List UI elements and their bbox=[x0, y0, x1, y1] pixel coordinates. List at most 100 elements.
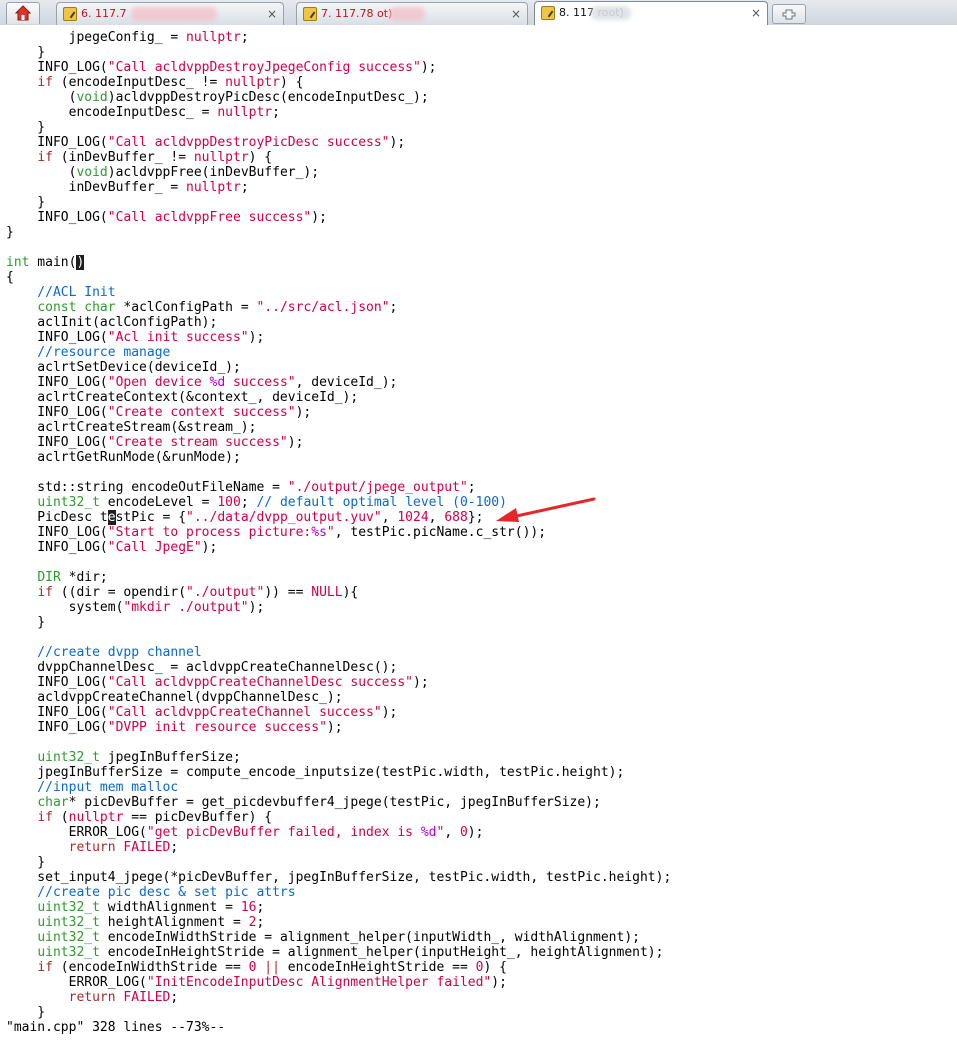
code-token: *dir; bbox=[60, 570, 108, 585]
code-line: (void)acldvppDestroyPicDesc(encodeInputD… bbox=[6, 90, 429, 105]
code-line: INFO_LOG("Call JpegE"); bbox=[6, 540, 217, 555]
code-token: std::string encodeOutFileName = bbox=[6, 480, 288, 495]
code-token: INFO_LOG( bbox=[6, 330, 108, 345]
code-line: uint32_t encodeLevel = 100; // default o… bbox=[6, 495, 507, 510]
status-line: "main.cpp" 328 lines --73%-- bbox=[6, 1020, 226, 1035]
code-token: "Start to process picture: bbox=[107, 525, 312, 540]
code-line: (void)acldvppFree(inDevBuffer_); bbox=[6, 165, 319, 180]
terminal-editor[interactable]: jpegeConfig_ = nullptr; } INFO_LOG("Call… bbox=[0, 25, 957, 1047]
home-icon bbox=[15, 5, 31, 21]
code-line: jpegInBufferSize = compute_encode_inputs… bbox=[6, 765, 624, 780]
home-button[interactable] bbox=[6, 2, 40, 24]
code-token: } bbox=[6, 1005, 46, 1020]
code-token: inDevBuffer_ = bbox=[6, 180, 187, 195]
code-token: ); bbox=[420, 60, 437, 75]
code-token: "Create context success" bbox=[107, 405, 296, 420]
tab-label: 7. 117.78 ot) bbox=[321, 7, 393, 20]
code-token: 1024 bbox=[397, 510, 429, 525]
code-line: DIR *dir; bbox=[6, 570, 108, 585]
code-line: INFO_LOG("Call acldvppCreateChannel succ… bbox=[6, 705, 397, 720]
code-token: ) { bbox=[483, 960, 507, 975]
code-token: ) { bbox=[279, 75, 304, 90]
code-token: "../src/acl.json" bbox=[256, 300, 390, 315]
code-token: //input mem malloc bbox=[6, 780, 179, 795]
code-token: "mkdir ./output" bbox=[123, 600, 249, 615]
code-line: encodeInputDesc_ = nullptr; bbox=[6, 105, 280, 120]
code-token: "Call acldvppCreateChannelDesc success" bbox=[107, 675, 413, 690]
code-token: if bbox=[37, 960, 53, 975]
code-line: aclInit(aclConfigPath); bbox=[6, 315, 217, 330]
code-token: ); bbox=[295, 405, 312, 420]
code-line: if (inDevBuffer_ != nullptr) { bbox=[6, 150, 272, 165]
plus-icon bbox=[782, 9, 796, 20]
code-token: INFO_LOG( bbox=[6, 720, 108, 735]
code-line: set_input4_jpege(*picDevBuffer, jpegInBu… bbox=[6, 870, 671, 885]
code-token: ); bbox=[287, 435, 304, 450]
code-token: , deviceId_); bbox=[295, 375, 398, 390]
code-line: aclrtCreateStream(&stream_); bbox=[6, 420, 256, 435]
code-token: "get picDevBuffer failed, index is bbox=[146, 825, 421, 840]
tab-close-button[interactable]: × bbox=[267, 3, 277, 25]
code-token: char bbox=[37, 795, 69, 810]
tab-session-7[interactable]: 7. 117.78 ot) × bbox=[296, 2, 528, 25]
code-token: ; bbox=[170, 840, 179, 855]
code-token: )acldvppFree(inDevBuffer_); bbox=[107, 165, 320, 180]
code-line: INFO_LOG("Call acldvppDestroyJpegeConfig… bbox=[6, 60, 436, 75]
code-token: FAILED bbox=[123, 990, 171, 1005]
code-line: if (nullptr == picDevBuffer) { bbox=[6, 810, 272, 825]
code-token: " bbox=[326, 525, 335, 540]
code-token: //ACL Init bbox=[6, 285, 116, 300]
tab-close-button[interactable]: × bbox=[511, 3, 521, 25]
code-token: { bbox=[6, 270, 14, 285]
code-token: nullptr bbox=[225, 75, 280, 90]
code-line: //create dvpp channel bbox=[6, 645, 201, 660]
code-token: } bbox=[6, 45, 46, 60]
code-token: INFO_LOG( bbox=[6, 60, 108, 75]
code-token: INFO_LOG( bbox=[6, 405, 108, 420]
code-line: ERROR_LOG("InitEncodeInputDesc Alignment… bbox=[6, 975, 507, 990]
code-token: PicDesc t bbox=[6, 510, 108, 525]
code-line: if ((dir = opendir("./output")) == NULL)… bbox=[6, 585, 358, 600]
code-token: // default optimal level (0-100) bbox=[256, 495, 507, 510]
code-token: } bbox=[6, 855, 46, 870]
code-token: || bbox=[264, 960, 280, 975]
code-line: { bbox=[6, 270, 14, 285]
code-token: "Call JpegE" bbox=[107, 540, 202, 555]
code-token: ); bbox=[467, 825, 484, 840]
code-token: uint32_t bbox=[37, 915, 100, 930]
code-token: INFO_LOG( bbox=[6, 675, 108, 690]
code-token: ); bbox=[389, 135, 406, 150]
tab-session-8[interactable]: 8. 117 root) × bbox=[534, 1, 768, 25]
new-tab-button[interactable] bbox=[772, 4, 806, 24]
code-token: //create pic desc & set pic attrs bbox=[6, 885, 296, 900]
code-token: acldvppCreateChannel(dvppChannelDesc_); bbox=[6, 690, 343, 705]
code-token: } bbox=[6, 120, 46, 135]
code-token: ; bbox=[240, 30, 249, 45]
code-line: //ACL Init bbox=[6, 285, 116, 300]
code-line: aclrtSetDevice(deviceId_); bbox=[6, 360, 241, 375]
code-token: encodeInWidthStride = alignment_helper(i… bbox=[99, 930, 640, 945]
code-token: aclrtSetDevice(deviceId_); bbox=[6, 360, 241, 375]
code-line: acldvppCreateChannel(dvppChannelDesc_); bbox=[6, 690, 343, 705]
code-line: uint32_t heightAlignment = 2; bbox=[6, 915, 264, 930]
code-token: const char bbox=[37, 300, 116, 315]
tab-session-6[interactable]: 6. 117.7 × bbox=[56, 2, 284, 25]
code-token: (encodeInWidthStride == bbox=[52, 960, 249, 975]
code-line: } bbox=[6, 195, 45, 210]
code-token: (encodeInputDesc_ != bbox=[52, 75, 226, 90]
tab-close-button[interactable]: × bbox=[751, 2, 761, 24]
code-token: ; bbox=[389, 300, 398, 315]
code-token: void bbox=[76, 165, 108, 180]
code-token: INFO_LOG( bbox=[6, 375, 108, 390]
code-line: INFO_LOG("Acl init success"); bbox=[6, 330, 264, 345]
code-token: nullptr bbox=[186, 180, 241, 195]
code-line: const char *aclConfigPath = "../src/acl.… bbox=[6, 300, 397, 315]
code-token: "./output/jpege_output" bbox=[287, 480, 468, 495]
